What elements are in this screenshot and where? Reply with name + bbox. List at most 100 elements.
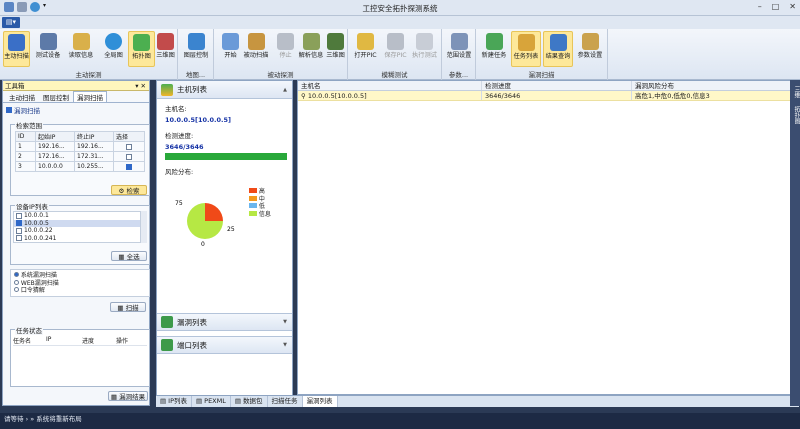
vuln-list-header[interactable]: 漏洞列表 ▼: [157, 313, 292, 331]
host-list-title: 主机列表: [177, 85, 207, 94]
passive-3d-button[interactable]: 三维图: [322, 31, 349, 67]
stop-button[interactable]: 停止: [272, 31, 299, 67]
right-side-dock: 三维 拓扑图: [790, 80, 800, 406]
global-map-button[interactable]: 全局图: [100, 31, 127, 67]
new-task-button[interactable]: 新建任务: [479, 31, 509, 67]
select-checkbox[interactable]: [126, 153, 132, 160]
toolbox-tabs: 主动扫描 图层控制 漏洞扫描: [3, 91, 149, 103]
chevron-down-icon[interactable]: ▼: [283, 342, 287, 348]
option-system-scan[interactable]: 系统漏洞扫描: [14, 272, 59, 280]
chevron-up-icon[interactable]: ▲: [283, 87, 287, 93]
new-document-icon: [485, 33, 503, 50]
select-all-icon: ▦: [118, 253, 127, 261]
tab-vuln-scan[interactable]: 漏洞扫描: [73, 91, 107, 102]
progress-label: 检测进度:: [165, 132, 194, 140]
col-risk[interactable]: 漏洞风险分布: [632, 81, 798, 90]
col-host[interactable]: 主机名: [298, 81, 482, 90]
topology-button[interactable]: 拓扑图: [128, 31, 155, 67]
scrollbar[interactable]: [141, 211, 147, 243]
col-progress[interactable]: 检测进度: [482, 81, 632, 90]
cell: 192.16...: [35, 141, 75, 152]
progress-value: 3646/3646: [165, 143, 204, 151]
ribbon-group-active-scan: 主动扫描 测试设备 读取信息 全局图 拓扑图 三维图 主动探测: [0, 29, 178, 80]
result-query-button[interactable]: 结果查询: [543, 31, 573, 67]
ip-checkbox[interactable]: [16, 235, 22, 242]
list-item[interactable]: 10.0.0.241: [14, 235, 140, 243]
ip-checkbox[interactable]: [16, 227, 22, 234]
col-id: ID: [15, 131, 36, 142]
close-icon[interactable]: ▾ ✕: [135, 81, 146, 91]
app-menu-button[interactable]: ▤▾: [2, 17, 20, 28]
test-device-button[interactable]: 测试设备: [32, 31, 64, 67]
option-web-scan[interactable]: WEB漏洞扫描: [14, 279, 59, 288]
tab-packets[interactable]: ▤ 数据包: [231, 396, 268, 407]
risk-pie-chart: 25 0 75: [175, 200, 235, 248]
option-label: 口令猜解: [20, 287, 45, 294]
table-row[interactable]: ⚲ 10.0.0.5[10.0.0.5] 3646/3646 高危1,中危0,低…: [298, 91, 798, 101]
pie-data-label: 25: [227, 226, 235, 233]
group-label: 被动探测: [267, 71, 294, 79]
run-test-button[interactable]: 执行测试: [411, 31, 438, 67]
ip-label: 10.0.0.5: [24, 219, 49, 227]
col-select: 选择: [113, 131, 145, 142]
scan-button[interactable]: ▦ 扫描: [110, 302, 146, 312]
status-bar: 请等待 › » 系统将重新布局: [0, 413, 800, 429]
passive-scan-button[interactable]: 被动扫描: [241, 31, 271, 67]
select-checkbox[interactable]: [126, 163, 132, 170]
table-row[interactable]: 3 10.0.0.0 10.255...: [15, 161, 145, 172]
task-list-button[interactable]: 任务列表: [511, 31, 541, 67]
chevron-down-icon[interactable]: ▼: [283, 319, 287, 325]
table-icon: [549, 34, 567, 51]
ip-list: 10.0.0.1 10.0.0.5 10.0.0.22 10.0.0.241: [13, 211, 141, 243]
param-settings-button[interactable]: 参数设置: [575, 31, 605, 67]
vuln-result-button[interactable]: ▦ 漏洞结果: [108, 391, 148, 401]
3d-view-button[interactable]: 三维图: [152, 31, 179, 67]
tab-pexml[interactable]: ▤ PEXML: [192, 396, 231, 407]
open-pic-button[interactable]: 打开PIC: [352, 31, 379, 67]
list-item[interactable]: 10.0.0.1: [14, 212, 140, 220]
layer-control-button[interactable]: 图层控制: [181, 31, 211, 67]
minimize-button[interactable]: –: [758, 2, 762, 11]
close-button[interactable]: ✕: [789, 2, 796, 11]
search-button[interactable]: ⚙ 检索: [111, 185, 147, 195]
host-list-header[interactable]: 主机列表 ▲: [157, 81, 292, 99]
table-row[interactable]: 1 192.16... 192.16...: [15, 141, 145, 152]
tab-ip-list[interactable]: ▤ IP列表: [156, 396, 192, 407]
radio-button[interactable]: [14, 279, 19, 285]
range-settings-button[interactable]: 范围设置: [444, 31, 474, 67]
select-all-button[interactable]: ▦ 全选: [111, 251, 147, 261]
list-item[interactable]: 10.0.0.5: [14, 219, 140, 227]
ip-list-fieldset: 设备IP列表 10.0.0.1 10.0.0.5 10.0.0.22 10.0.…: [10, 201, 150, 265]
ip-checkbox[interactable]: [16, 212, 22, 219]
scan-icon: [8, 34, 25, 51]
active-scan-button[interactable]: 主动扫描: [3, 31, 30, 67]
status-text: 请等待 › » 系统将重新布局: [4, 415, 82, 423]
maximize-button[interactable]: □: [772, 2, 780, 11]
tab-vuln-list[interactable]: 漏洞列表: [302, 396, 338, 407]
option-label: 系统漏洞扫描: [20, 272, 57, 279]
list-item[interactable]: 10.0.0.22: [14, 227, 140, 235]
port-list-header[interactable]: 端口列表 ▼: [157, 336, 292, 354]
pie-data-label: 75: [175, 200, 183, 207]
ip-checkbox[interactable]: [16, 220, 22, 227]
radio-button[interactable]: [14, 272, 19, 277]
tab-scan-tasks[interactable]: 扫描任务: [268, 396, 303, 407]
select-checkbox[interactable]: [126, 143, 132, 150]
tab-active-scan[interactable]: 主动扫描: [5, 91, 39, 102]
read-info-button[interactable]: 读取信息: [66, 31, 96, 67]
group-label: 参数...: [448, 71, 469, 79]
dock-tab-3d[interactable]: 三维: [792, 86, 800, 98]
table-row[interactable]: 2 172.16... 172.31...: [15, 151, 145, 162]
pencil-icon: [581, 33, 599, 50]
cell-host: ⚲ 10.0.0.5[10.0.0.5]: [298, 91, 482, 100]
option-password-guess[interactable]: 口令猜解: [14, 287, 59, 295]
save-pic-button[interactable]: 保存PIC: [382, 31, 409, 67]
scan-options: 系统漏洞扫描 WEB漏洞扫描 口令猜解: [10, 269, 150, 297]
radio-button[interactable]: [14, 287, 19, 292]
start-button[interactable]: 开始: [217, 31, 244, 67]
dock-tab-topology[interactable]: 拓扑图: [792, 106, 800, 124]
tab-layer-control[interactable]: 图层控制: [39, 91, 73, 102]
section-icon: [6, 107, 12, 113]
cell: 192.16...: [74, 141, 114, 152]
legend-item: 低: [249, 203, 271, 211]
